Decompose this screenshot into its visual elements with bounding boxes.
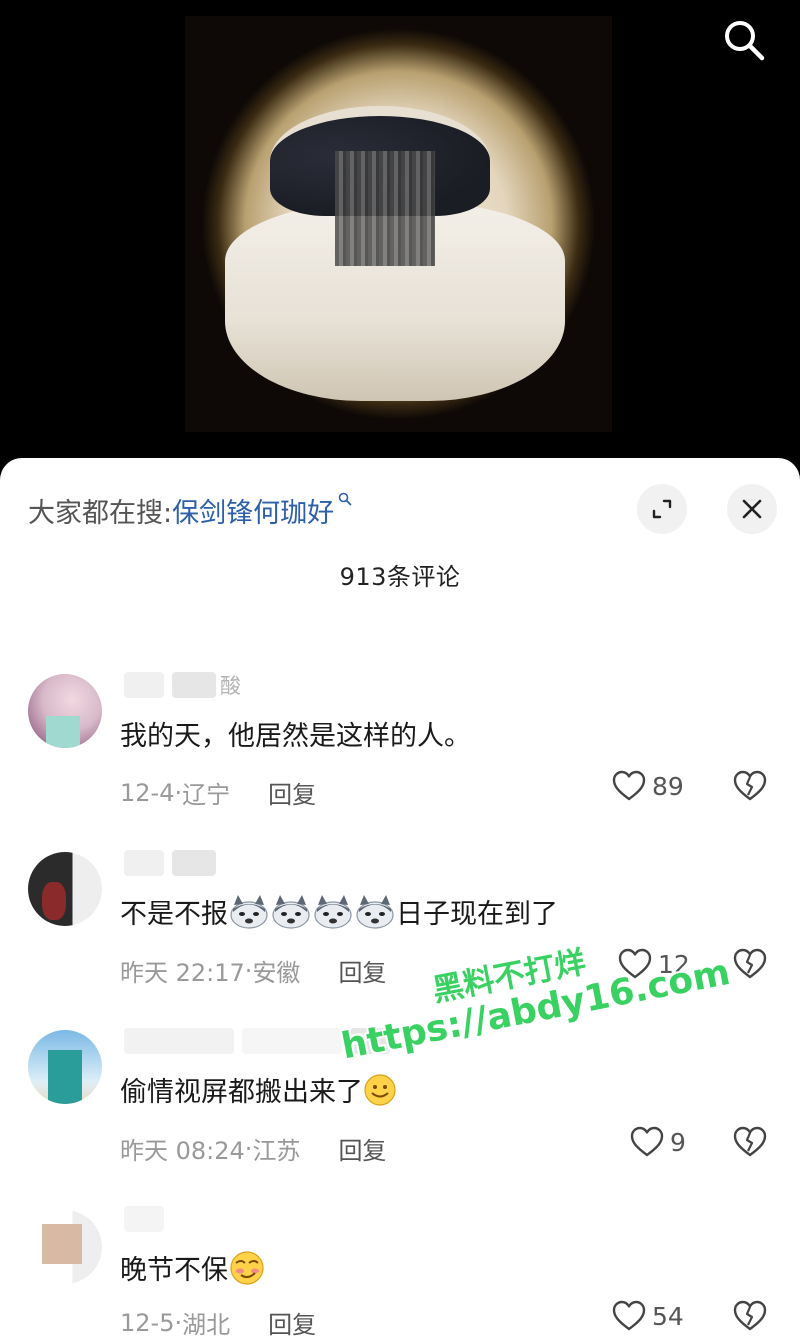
username-blur xyxy=(124,672,164,698)
username-visible: 酸 xyxy=(220,674,241,698)
comment-text: 不是不报 日子现在到了 xyxy=(120,892,558,931)
search-mini-icon xyxy=(338,492,352,506)
trending-search-prefix: 大家都在搜: xyxy=(28,497,173,529)
comment-text-end: 日子现在到了 xyxy=(396,899,558,930)
meta-separator: · xyxy=(244,956,253,985)
expand-icon xyxy=(652,499,672,519)
close-button[interactable] xyxy=(727,484,777,534)
heart-icon xyxy=(612,770,646,801)
broken-heart-icon xyxy=(733,948,767,979)
comment-item: 偷情视屏都搬出来了 昨天 08:24 · 江苏 回复 9 xyxy=(0,1026,800,1166)
mosaic-blur xyxy=(335,151,435,266)
comments-sheet: 大家都在搜: 保剑锋何珈好 913条评论 酸 我的天，他居然是这样的人。 12-… xyxy=(0,458,800,1342)
meta-separator: · xyxy=(174,1308,183,1337)
like-count: 89 xyxy=(652,771,684,801)
username[interactable] xyxy=(120,1204,168,1234)
username[interactable] xyxy=(120,1026,394,1056)
reply-button[interactable]: 回复 xyxy=(268,1305,316,1340)
sweat-smile-emoji-icon xyxy=(364,1073,396,1106)
expand-button[interactable] xyxy=(637,484,687,534)
avatar[interactable] xyxy=(28,1030,102,1104)
comment-location: 安徽 xyxy=(252,959,301,987)
comment-meta: 昨天 22:17 · 安徽 回复 xyxy=(120,953,386,988)
dislike-button[interactable] xyxy=(733,948,767,984)
like-count: 12 xyxy=(658,949,690,979)
comment-text-main: 晚节不保 xyxy=(120,1255,228,1286)
like-button[interactable]: 12 xyxy=(618,948,690,980)
reply-button[interactable]: 回复 xyxy=(338,953,386,988)
username[interactable]: 酸 xyxy=(120,670,241,700)
comment-location: 江苏 xyxy=(252,1137,301,1165)
reply-button[interactable]: 回复 xyxy=(338,1131,386,1166)
comment-count: 913条评论 xyxy=(339,563,461,591)
comment-meta: 昨天 08:24 · 江苏 回复 xyxy=(120,1131,386,1166)
comment-text: 偷情视屏都搬出来了 xyxy=(120,1070,397,1109)
username-blur xyxy=(124,1206,164,1232)
avatar[interactable] xyxy=(28,1210,102,1284)
comment-item: 晚节不保 12-5 · 湖北 回复 54 xyxy=(0,1204,800,1342)
dislike-button[interactable] xyxy=(733,770,767,806)
meta-separator: · xyxy=(244,1134,253,1163)
husky-emoji-icon xyxy=(356,894,394,929)
video-frame xyxy=(185,16,612,432)
username-blur xyxy=(172,672,216,698)
meta-separator: · xyxy=(174,778,183,807)
trending-search[interactable]: 大家都在搜: 保剑锋何珈好 xyxy=(28,488,352,532)
like-button[interactable]: 9 xyxy=(630,1126,686,1158)
husky-emoji-icon xyxy=(314,894,352,929)
heart-icon xyxy=(618,948,652,979)
comment-location: 辽宁 xyxy=(182,781,231,809)
username-blur xyxy=(124,1028,234,1054)
video-player[interactable] xyxy=(0,0,800,470)
username-blur xyxy=(124,850,164,876)
broken-heart-icon xyxy=(733,1300,767,1331)
like-count: 9 xyxy=(670,1127,686,1157)
username-blur xyxy=(172,850,216,876)
username-blur xyxy=(350,1028,390,1054)
trending-search-term[interactable]: 保剑锋何珈好 xyxy=(172,491,334,530)
avatar-shape xyxy=(48,1050,82,1104)
comment-location: 湖北 xyxy=(182,1311,231,1339)
comment-text: 我的天，他居然是这样的人。 xyxy=(120,721,471,752)
comment-text: 晚节不保 xyxy=(120,1248,266,1287)
dislike-button[interactable] xyxy=(733,1300,767,1336)
comment-date: 昨天 22:17 xyxy=(120,959,245,987)
avatar-shape xyxy=(42,882,66,920)
heart-icon xyxy=(612,1300,646,1331)
avatar[interactable] xyxy=(28,674,102,748)
comment-meta: 12-4 · 辽宁 回复 xyxy=(120,775,316,810)
comment-meta: 12-5 · 湖北 回复 xyxy=(120,1305,316,1340)
heart-icon xyxy=(630,1126,664,1157)
close-icon xyxy=(742,499,762,519)
comment-date: 12-5 xyxy=(120,1308,175,1337)
like-button[interactable]: 54 xyxy=(612,1300,684,1332)
dislike-button[interactable] xyxy=(733,1126,767,1162)
comment-item: 不是不报 日子现在到了 昨天 22:17 · 安徽 回复 12 xyxy=(0,848,800,988)
search-icon xyxy=(725,21,765,61)
avatar-shape xyxy=(42,1224,82,1264)
comment-text-main: 偷情视屏都搬出来了 xyxy=(120,1077,363,1108)
husky-emoji-icon xyxy=(272,894,310,929)
avatar-shape xyxy=(46,716,80,748)
broken-heart-icon xyxy=(733,1126,767,1157)
search-button[interactable] xyxy=(720,16,768,64)
comment-item: 酸 我的天，他居然是这样的人。 12-4 · 辽宁 回复 89 xyxy=(0,670,800,810)
broken-heart-icon xyxy=(733,770,767,801)
comment-text-start: 不是不报 xyxy=(120,899,228,930)
comment-date: 昨天 08:24 xyxy=(120,1137,245,1165)
username-blur xyxy=(242,1028,342,1054)
username[interactable] xyxy=(120,848,220,878)
avatar[interactable] xyxy=(28,852,102,926)
comment-date: 12-4 xyxy=(120,778,175,807)
reply-button[interactable]: 回复 xyxy=(268,775,316,810)
like-button[interactable]: 89 xyxy=(612,770,684,802)
smirk-emoji-icon xyxy=(230,1250,264,1285)
like-count: 54 xyxy=(652,1301,684,1331)
husky-emoji-icon xyxy=(230,894,268,929)
